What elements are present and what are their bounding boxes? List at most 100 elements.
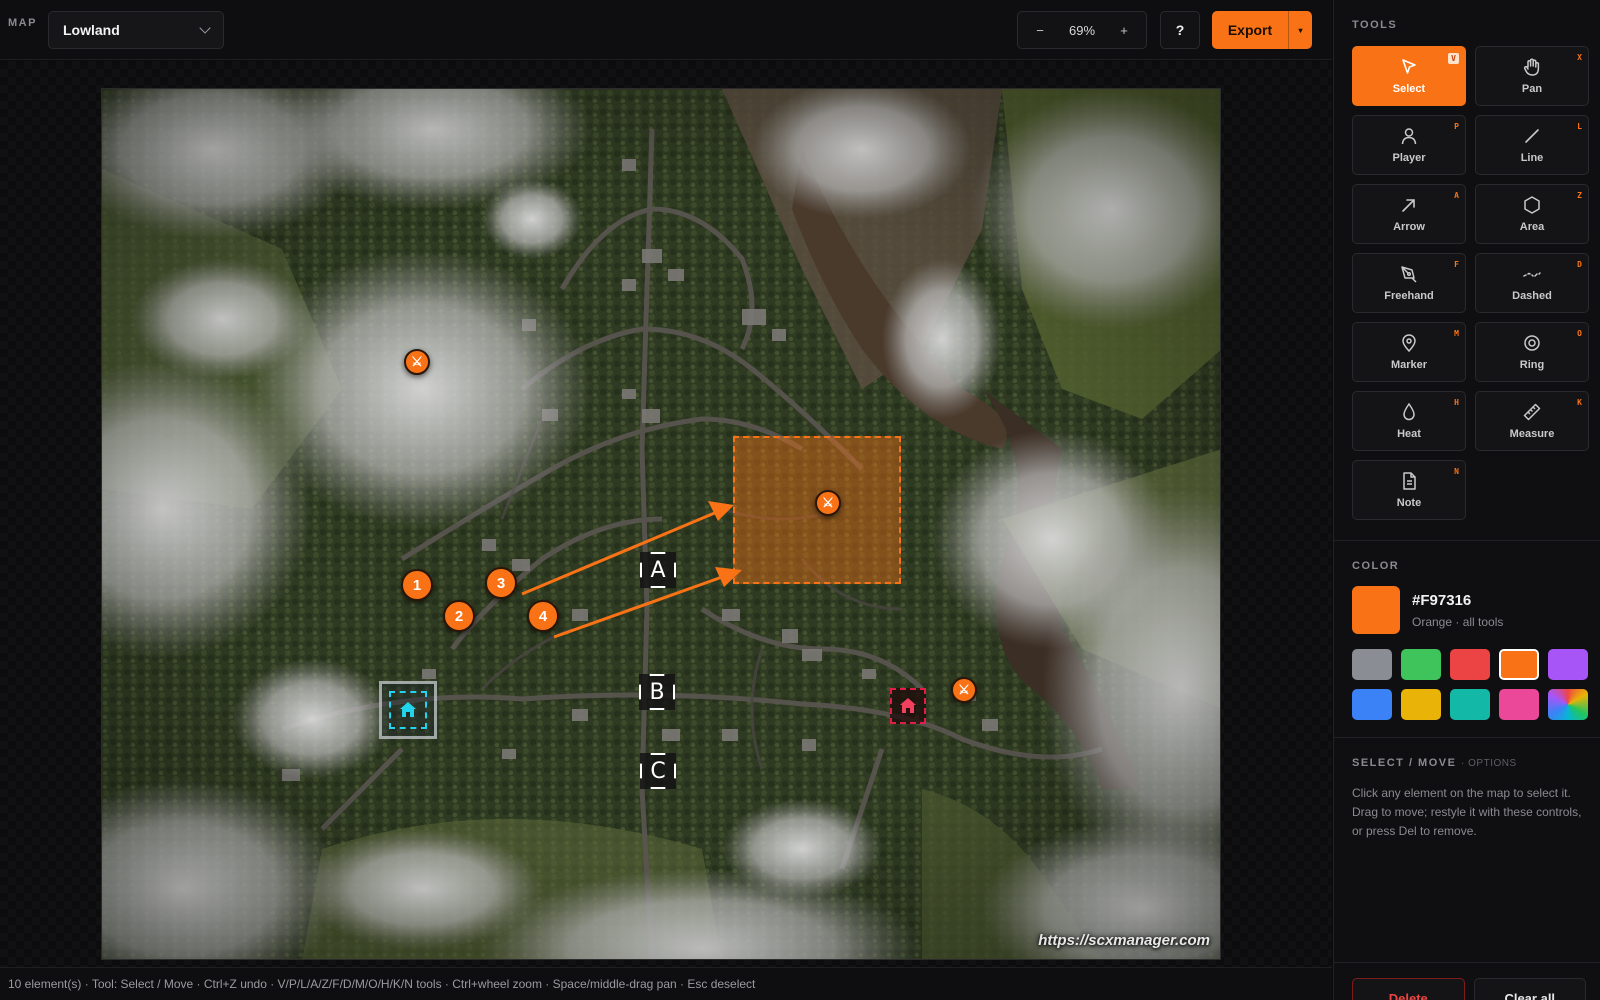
shortcut-key: V bbox=[1448, 53, 1459, 64]
tool-player[interactable]: P Player bbox=[1352, 115, 1466, 175]
map-watermark: https://scxmanager.com bbox=[1038, 932, 1210, 949]
color-swatch-pink[interactable] bbox=[1499, 689, 1539, 720]
pen-icon bbox=[1401, 266, 1417, 283]
dashed-line-icon bbox=[1523, 272, 1541, 277]
options-title: SELECT / MOVE bbox=[1352, 757, 1457, 769]
tool-label: Freehand bbox=[1384, 290, 1434, 302]
enemy-base-marker[interactable] bbox=[890, 688, 926, 724]
friendly-base-marker[interactable] bbox=[379, 681, 437, 739]
shortcut-key: H bbox=[1454, 398, 1459, 407]
site-marker-c[interactable]: C bbox=[640, 753, 676, 789]
shortcut-key: O bbox=[1577, 329, 1582, 338]
person-icon bbox=[1401, 128, 1417, 145]
shortcut-key: M bbox=[1454, 329, 1459, 338]
tool-measure[interactable]: K Measure bbox=[1475, 391, 1589, 451]
tool-ring[interactable]: O Ring bbox=[1475, 322, 1589, 382]
map-canvas-area[interactable]: ⚔ ⚔ ⚔ 1 2 3 4 A B C https://scxmanager.c… bbox=[0, 61, 1332, 967]
map-select-value: Lowland bbox=[63, 22, 120, 38]
top-toolbar: MAP Lowland − 69% + ? Export ▾ bbox=[0, 0, 1332, 60]
help-button[interactable]: ? bbox=[1160, 11, 1200, 49]
color-section-title: COLOR bbox=[1352, 560, 1400, 572]
tool-line[interactable]: L Line bbox=[1475, 115, 1589, 175]
divider bbox=[1334, 540, 1600, 541]
tool-dashed[interactable]: D Dashed bbox=[1475, 253, 1589, 313]
tool-grid: V Select X Pan P Player L Line A Arrow Z… bbox=[1352, 46, 1589, 520]
shortcut-key: N bbox=[1454, 467, 1459, 476]
shortcut-key: K bbox=[1577, 398, 1582, 407]
current-color-preview[interactable] bbox=[1352, 586, 1400, 634]
color-swatch-green[interactable] bbox=[1401, 649, 1441, 680]
zoom-in-button[interactable]: + bbox=[1116, 23, 1132, 38]
tool-pan[interactable]: X Pan bbox=[1475, 46, 1589, 106]
export-label: Export bbox=[1227, 22, 1273, 38]
tool-marker[interactable]: M Marker bbox=[1352, 322, 1466, 382]
tool-label: Arrow bbox=[1393, 221, 1425, 233]
map-image[interactable]: ⚔ ⚔ ⚔ 1 2 3 4 A B C https://scxmanager.c… bbox=[101, 88, 1221, 960]
tool-freehand[interactable]: F Freehand bbox=[1352, 253, 1466, 313]
tool-heat[interactable]: H Heat bbox=[1352, 391, 1466, 451]
ring-icon bbox=[1524, 335, 1540, 351]
color-swatch-gray[interactable] bbox=[1352, 649, 1392, 680]
player-marker-1[interactable]: 1 bbox=[401, 569, 433, 601]
tool-select[interactable]: V Select bbox=[1352, 46, 1466, 106]
map-pin-icon bbox=[1402, 334, 1416, 353]
tool-arrow[interactable]: A Arrow bbox=[1352, 184, 1466, 244]
tool-label: Area bbox=[1519, 221, 1545, 233]
current-color-hex: #F97316 bbox=[1412, 592, 1472, 609]
export-button[interactable]: Export ▾ bbox=[1212, 11, 1312, 49]
export-menu-caret[interactable]: ▾ bbox=[1288, 11, 1312, 49]
terrain-image bbox=[102, 89, 1220, 959]
color-swatch-teal[interactable] bbox=[1450, 689, 1490, 720]
site-marker-a[interactable]: A bbox=[640, 552, 676, 588]
tool-label: Line bbox=[1520, 152, 1544, 164]
color-swatch-custom[interactable] bbox=[1548, 689, 1588, 720]
player-marker-4[interactable]: 4 bbox=[527, 600, 559, 632]
crossed-swords-icon[interactable]: ⚔ bbox=[815, 490, 841, 516]
tool-label: Dashed bbox=[1512, 290, 1552, 302]
color-swatch-purple[interactable] bbox=[1548, 649, 1588, 680]
clear-all-button[interactable]: Clear all bbox=[1473, 978, 1586, 1000]
map-select-dropdown[interactable]: Lowland bbox=[48, 11, 224, 49]
divider bbox=[1334, 737, 1600, 738]
shortcut-key: L bbox=[1577, 122, 1582, 131]
tool-note[interactable]: N Note bbox=[1352, 460, 1466, 520]
shortcut-key: P bbox=[1454, 122, 1459, 131]
zoom-level: 69% bbox=[1068, 22, 1096, 38]
tool-label: Select bbox=[1392, 83, 1426, 95]
home-icon bbox=[389, 691, 427, 729]
shortcut-key: A bbox=[1454, 191, 1459, 200]
crossed-swords-icon[interactable]: ⚔ bbox=[951, 677, 977, 703]
divider bbox=[1334, 962, 1600, 963]
site-marker-b[interactable]: B bbox=[639, 674, 675, 710]
options-help-text: Click any element on the map to select i… bbox=[1352, 786, 1582, 838]
note-icon bbox=[1403, 472, 1416, 490]
tool-label: Note bbox=[1396, 497, 1422, 509]
home-icon bbox=[900, 698, 916, 713]
cursor-icon bbox=[1402, 59, 1416, 74]
tool-label: Ring bbox=[1519, 359, 1545, 371]
panel-actions: Delete Clear all bbox=[1352, 978, 1586, 1000]
delete-button[interactable]: Delete bbox=[1352, 978, 1465, 1000]
tool-label: Measure bbox=[1509, 428, 1555, 440]
tool-label: Pan bbox=[1521, 83, 1543, 95]
player-marker-2[interactable]: 2 bbox=[443, 600, 475, 632]
ruler-icon bbox=[1523, 403, 1541, 421]
arrow-icon bbox=[1402, 199, 1415, 212]
hand-icon bbox=[1523, 58, 1540, 76]
color-swatch-yellow[interactable] bbox=[1401, 689, 1441, 720]
tool-area[interactable]: Z Area bbox=[1475, 184, 1589, 244]
zoom-out-button[interactable]: − bbox=[1032, 23, 1048, 38]
options-section-title: SELECT / MOVE · OPTIONS bbox=[1352, 757, 1517, 769]
shortcut-key: Z bbox=[1577, 191, 1582, 200]
crossed-swords-icon[interactable]: ⚔ bbox=[404, 349, 430, 375]
player-marker-3[interactable]: 3 bbox=[485, 567, 517, 599]
shortcut-key: F bbox=[1454, 260, 1459, 269]
options-subtitle: · OPTIONS bbox=[1461, 758, 1517, 769]
tools-section-title: TOOLS bbox=[1352, 19, 1398, 31]
color-swatch-red[interactable] bbox=[1450, 649, 1490, 680]
tool-label: Marker bbox=[1390, 359, 1428, 371]
color-swatch-blue[interactable] bbox=[1352, 689, 1392, 720]
line-icon bbox=[1525, 129, 1539, 143]
chevron-down-icon bbox=[199, 22, 211, 34]
color-swatch-orange[interactable] bbox=[1499, 649, 1539, 680]
